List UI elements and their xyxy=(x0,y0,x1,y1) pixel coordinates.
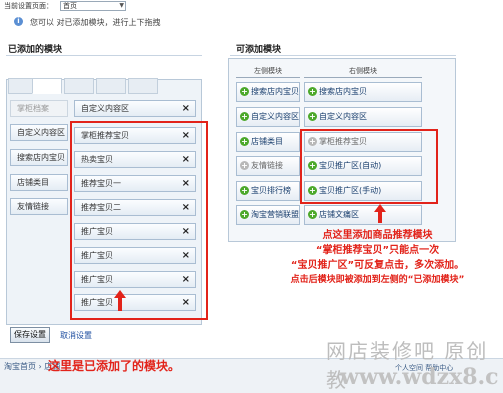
module-label: 店铺文痛区 xyxy=(319,210,359,219)
plus-icon: + xyxy=(308,210,317,219)
module-label: 搜索店内宝贝 xyxy=(251,87,299,96)
add-module-left[interactable]: + 友情链接 xyxy=(236,156,300,176)
add-module-left[interactable]: + 淘宝营销联盟 xyxy=(236,205,300,225)
plus-icon: + xyxy=(240,161,249,170)
bottom-annotation: 这里是已添加了的模块。 xyxy=(48,359,181,373)
module-label: 友情链接 xyxy=(251,161,283,170)
layout-tab[interactable] xyxy=(128,78,158,94)
drag-hint: 您可以 对已添加模块，进行上下拖拽 xyxy=(30,18,161,27)
annotation-line: 点这里添加商品推荐模块 xyxy=(322,230,433,241)
added-module-left[interactable]: 掌柜档案 xyxy=(10,100,68,117)
add-module-right[interactable]: + 店铺文痛区 xyxy=(304,205,422,225)
module-label: 店铺类目 xyxy=(17,178,49,187)
annotation-line: 点击后模块即被添加到左侧的“已添加模块” xyxy=(290,275,465,285)
arrow-shaft xyxy=(118,297,122,311)
add-module-right[interactable]: + 搜索店内宝贝 xyxy=(304,82,422,102)
page-select-value: 首页 xyxy=(63,2,77,10)
module-label: 友情链接 xyxy=(17,202,49,211)
module-label: 自定义内容区 xyxy=(251,112,299,121)
plus-icon: + xyxy=(240,186,249,195)
watermark: www.wdzx8.c xyxy=(340,364,499,390)
save-button[interactable]: 保存设置 xyxy=(10,327,50,343)
module-label: 宝贝排行榜 xyxy=(251,186,291,195)
add-module-left[interactable]: + 宝贝排行榜 xyxy=(236,181,300,201)
module-label: 搜索店内宝贝 xyxy=(17,153,65,162)
divider xyxy=(6,55,202,56)
arrow-shaft xyxy=(378,211,382,223)
cancel-link[interactable]: 取消设置 xyxy=(60,330,92,341)
module-label: 自定义内容区 xyxy=(17,128,65,137)
added-module-left[interactable]: 搜索店内宝贝 xyxy=(10,149,68,166)
add-module-left[interactable]: + 搜索店内宝贝 xyxy=(236,82,300,102)
chevron-down-icon: ▼ xyxy=(119,2,124,9)
module-label: 掌柜档案 xyxy=(17,104,49,113)
added-module-right[interactable]: 自定义内容区 × xyxy=(74,100,196,117)
annotation-text: 点这里添加商品推荐模块 “掌柜推荐宝贝”只能点一次 “宝贝推广区”可反复点击，多… xyxy=(252,228,503,288)
plus-icon: + xyxy=(308,87,317,96)
module-label: 自定义内容区 xyxy=(81,104,129,113)
divider xyxy=(230,55,456,56)
top-bar: 当前设置页面： 首页 ▼ xyxy=(0,0,503,13)
highlight-box-added xyxy=(70,121,208,320)
add-module-right[interactable]: + 自定义内容区 xyxy=(304,107,422,127)
available-modules-title: 可添加模块 xyxy=(236,45,282,55)
page-select-label: 当前设置页面： xyxy=(4,2,53,10)
plus-icon: + xyxy=(240,112,249,121)
plus-icon: + xyxy=(308,112,317,121)
module-label: 搜索店内宝贝 xyxy=(319,87,367,96)
added-module-left[interactable]: 店铺类目 xyxy=(10,174,68,191)
layout-tab[interactable] xyxy=(64,78,94,94)
added-module-left[interactable]: 自定义内容区 xyxy=(10,124,68,141)
plus-icon: + xyxy=(240,87,249,96)
page-select[interactable]: 首页 ▼ xyxy=(60,1,126,11)
add-module-left[interactable]: + 店铺类目 xyxy=(236,132,300,152)
added-module-left[interactable]: 友情链接 xyxy=(10,198,68,215)
layout-tabs xyxy=(8,78,198,94)
highlight-box-recommend xyxy=(300,129,438,204)
module-label: 店铺类目 xyxy=(251,137,283,146)
left-column-header: 左侧模块 xyxy=(236,66,300,78)
annotation-line: “掌柜推荐宝贝”只能点一次 xyxy=(315,245,440,256)
remove-icon[interactable]: × xyxy=(182,101,190,116)
added-modules-title: 已添加的模块 xyxy=(8,45,63,55)
right-column-header: 右侧模块 xyxy=(304,66,422,78)
plus-icon: + xyxy=(240,137,249,146)
add-module-left[interactable]: + 自定义内容区 xyxy=(236,107,300,127)
layout-tab[interactable] xyxy=(32,78,62,94)
layout-tab[interactable] xyxy=(96,78,126,94)
module-label: 自定义内容区 xyxy=(319,112,367,121)
module-label: 淘宝营销联盟 xyxy=(251,210,299,219)
plus-icon: + xyxy=(240,210,249,219)
info-icon: i xyxy=(14,17,23,26)
annotation-line: “宝贝推广区”可反复点击，多次添加。 xyxy=(290,260,465,271)
